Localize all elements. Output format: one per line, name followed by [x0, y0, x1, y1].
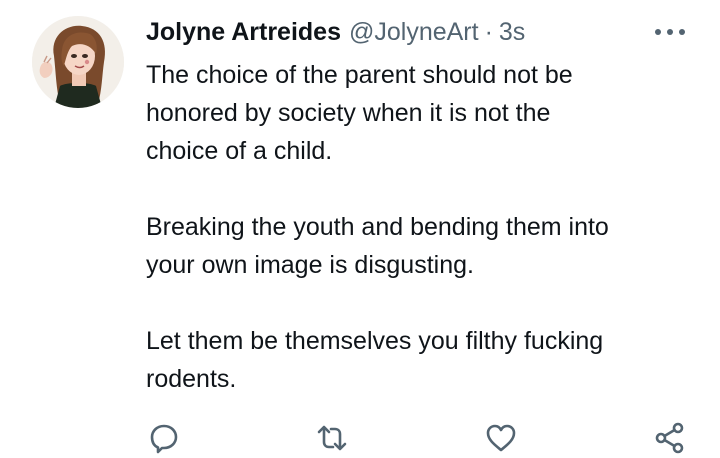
tweet-card: Jolyne Artreides @JolyneArt · 3s The cho… — [0, 0, 720, 456]
tweet-line: Breaking the youth and bending them into — [146, 213, 609, 241]
like-icon[interactable] — [481, 418, 521, 458]
tweet-paragraph: The choice of the parent should not be h… — [146, 56, 686, 170]
tweet-line: choice of a child. — [146, 137, 333, 165]
user-handle[interactable]: @JolyneArt — [349, 18, 479, 47]
tweet-paragraph: Breaking the youth and bending them into… — [146, 208, 686, 284]
tweet-line: rodents. — [146, 365, 237, 393]
separator-dot: · — [484, 17, 493, 46]
display-name[interactable]: Jolyne Artreides — [146, 18, 341, 47]
retweet-icon[interactable] — [312, 418, 352, 458]
timestamp[interactable]: 3s — [499, 18, 525, 47]
share-icon[interactable] — [650, 418, 690, 458]
reply-icon[interactable] — [144, 418, 184, 458]
tweet-line: honored by society when it is not the — [146, 99, 551, 127]
tweet-paragraph: Let them be themselves you filthy fuckin… — [146, 322, 686, 398]
more-options-icon[interactable] — [652, 18, 688, 46]
tweet-line: Let them be themselves you filthy fuckin… — [146, 327, 604, 355]
tweet-line: The choice of the parent should not be — [146, 61, 573, 89]
action-bar — [0, 418, 720, 458]
tweet-text: The choice of the parent should not be h… — [146, 56, 686, 398]
tweet-line: your own image is disgusting. — [146, 251, 474, 279]
tweet-header: Jolyne Artreides @JolyneArt · 3s — [146, 16, 525, 48]
avatar[interactable] — [32, 16, 124, 108]
